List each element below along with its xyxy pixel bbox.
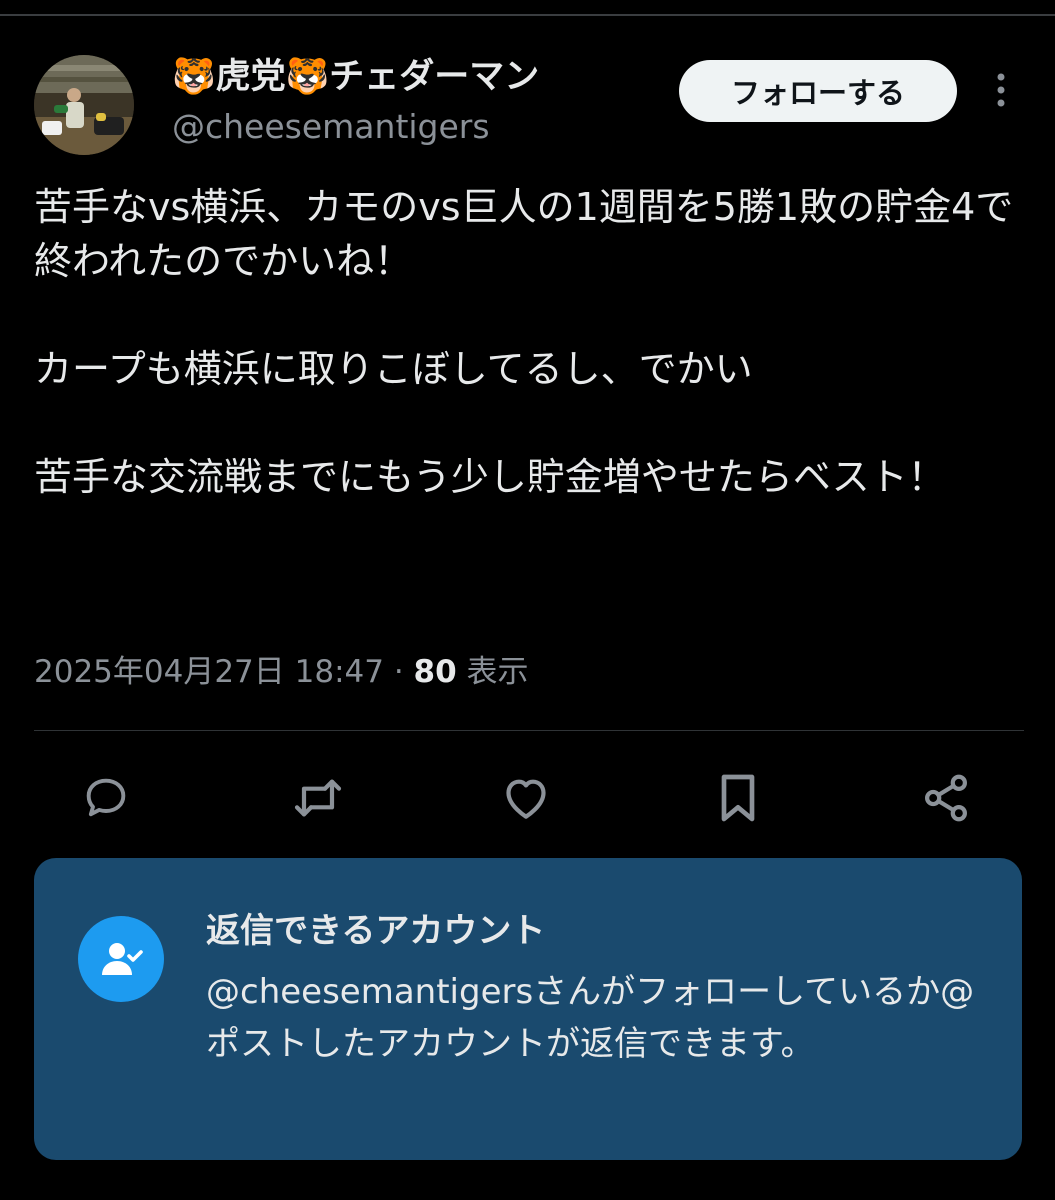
notice-text: @cheesemantigersさんがフォローしているか@ポストしたアカウントが… [206, 972, 975, 1064]
display-name-suffix: チェダーマン [329, 57, 540, 97]
more-options-icon[interactable] [985, 68, 1017, 112]
post-text: 苦手なvs横浜、カモのvs巨人の1週間を5勝1敗の貯金4で終われたのでかいね！ … [34, 180, 1024, 504]
view-label: 表示 [456, 654, 529, 690]
view-count: 80 [413, 654, 457, 690]
post-paragraph: カープも横浜に取りこぼしてるし、でかい [34, 347, 753, 391]
display-name[interactable]: 🐯虎党🐯チェダーマン [172, 54, 539, 100]
post-paragraph: 苦手なvs横浜、カモのvs巨人の1週間を5勝1敗の貯金4で終われたのでかいね！ [34, 185, 1014, 283]
post-timestamp[interactable]: 2025年04月27日 18:47 [34, 654, 384, 690]
repost-icon[interactable] [288, 768, 348, 828]
post-paragraph: 苦手な交流戦までにもう少し貯金増やせたらベスト！ [34, 455, 946, 499]
reply-restriction-notice: 返信できるアカウント @cheesemantigersさんがフォローしているか@… [34, 858, 1022, 1160]
avatar[interactable] [34, 55, 134, 155]
top-divider [0, 14, 1055, 16]
post-meta: 2025年04月27日 18:47 · 80 表示 [34, 648, 529, 696]
user-handle[interactable]: @cheesemantigers [172, 104, 490, 150]
bookmark-icon[interactable] [708, 768, 768, 828]
reply-icon[interactable] [76, 768, 136, 828]
action-bar [34, 760, 1024, 830]
tiger-emoji-icon: 🐯 [285, 57, 330, 97]
avatar-photo [34, 55, 134, 155]
follow-button[interactable]: フォローする [679, 60, 957, 122]
like-icon[interactable] [496, 768, 556, 828]
display-name-part: 虎党 [215, 57, 286, 97]
meta-separator: · [383, 654, 414, 690]
tiger-emoji-icon: 🐯 [172, 57, 216, 97]
post-spacer [34, 396, 1024, 450]
notice-title: 返信できるアカウント [206, 911, 546, 951]
meta-divider [34, 730, 1024, 731]
user-check-icon [78, 916, 164, 1002]
post-spacer [34, 288, 1024, 342]
share-icon[interactable] [916, 768, 976, 828]
